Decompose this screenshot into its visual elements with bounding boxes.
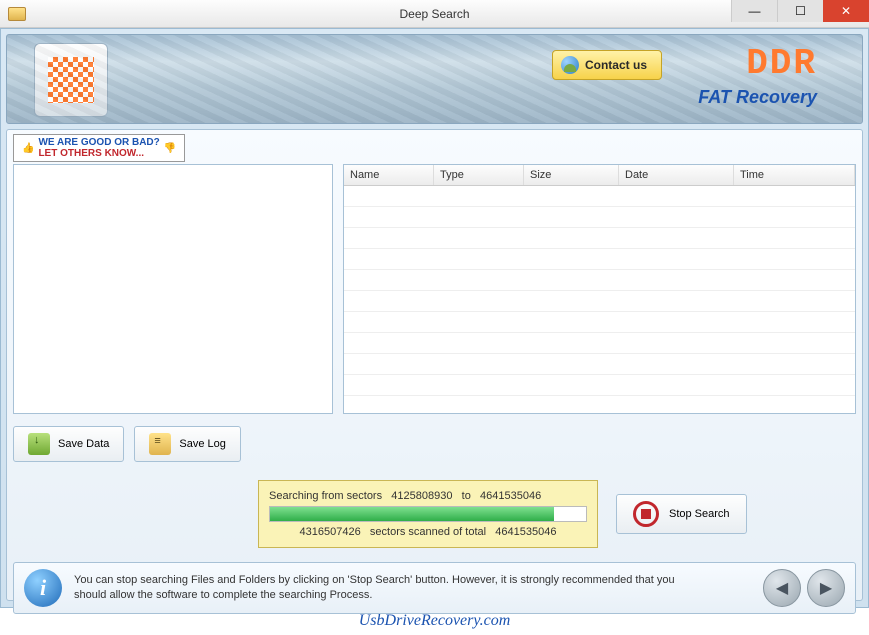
progress-bar [269,506,587,522]
hint-text: You can stop searching Files and Folders… [74,573,694,603]
stop-search-button[interactable]: Stop Search [616,494,747,534]
logo-icon [48,57,94,103]
brand-name: DDR [746,43,817,84]
app-icon [8,7,26,21]
table-row [344,186,855,207]
save-log-button[interactable]: Save Log [134,426,240,462]
table-row [344,333,855,354]
window-title: Deep Search [399,7,469,21]
maximize-button[interactable]: ☐ [777,0,823,22]
results-grid[interactable]: Name Type Size Date Time [343,164,856,414]
col-time[interactable]: Time [734,165,855,185]
stop-icon [633,501,659,527]
table-row [344,270,855,291]
col-type[interactable]: Type [434,165,524,185]
content-panel: 👍 WE ARE GOOD OR BAD? LET OTHERS KNOW...… [6,129,863,601]
info-icon: i [24,569,62,607]
save-log-icon [149,433,171,455]
grid-header: Name Type Size Date Time [344,165,855,186]
feedback-line1: WE ARE GOOD OR BAD? [38,137,159,148]
progress-total: 4641535046 [495,526,556,538]
grid-rows [344,186,855,413]
save-data-button[interactable]: Save Data [13,426,124,462]
contact-us-button[interactable]: Contact us [552,50,662,80]
action-buttons: Save Data Save Log [13,426,856,462]
window-body: Contact us DDR FAT Recovery 👍 WE ARE GOO… [0,28,869,608]
table-row [344,312,855,333]
progress-to: 4641535046 [480,490,541,502]
col-size[interactable]: Size [524,165,619,185]
save-data-label: Save Data [58,438,109,450]
table-row [344,291,855,312]
close-button[interactable]: ✕ [823,0,869,22]
back-button[interactable]: ◀ [763,569,801,607]
stop-label: Stop Search [669,508,730,520]
logo-box [34,43,108,117]
progress-mid: sectors scanned of total [370,526,486,538]
progress-scanned: 4316507426 [300,526,361,538]
progress-from: 4125808930 [391,490,452,502]
progress-to-word: to [462,490,471,502]
save-log-label: Save Log [179,438,225,450]
footer-hint: i You can stop searching Files and Folde… [13,562,856,614]
progress-box: Searching from sectors 4125808930 to 464… [258,480,598,548]
header-banner: Contact us DDR FAT Recovery [6,34,863,124]
minimize-button[interactable]: — [731,0,777,22]
contact-label: Contact us [585,58,647,72]
titlebar[interactable]: Deep Search — ☐ ✕ [0,0,869,28]
col-date[interactable]: Date [619,165,734,185]
footer-link[interactable]: UsbDriveRecovery.com [0,612,869,630]
forward-button[interactable]: ▶ [807,569,845,607]
table-row [344,249,855,270]
table-row [344,375,855,396]
feedback-link[interactable]: 👍 WE ARE GOOD OR BAD? LET OTHERS KNOW...… [13,134,185,162]
table-row [344,228,855,249]
window-controls: — ☐ ✕ [731,0,869,22]
thumbs-up-icon: 👍 [22,143,34,154]
progress-prefix: Searching from sectors [269,490,382,502]
feedback-line2: LET OTHERS KNOW... [38,148,159,159]
person-icon [561,56,579,74]
save-data-icon [28,433,50,455]
brand-subtitle: FAT Recovery [698,87,817,108]
progress-bar-fill [270,507,554,521]
tree-panel[interactable] [13,164,333,414]
thumbs-down-icon: 👎 [164,143,176,154]
table-row [344,354,855,375]
table-row [344,207,855,228]
progress-area: Searching from sectors 4125808930 to 464… [13,480,856,548]
col-name[interactable]: Name [344,165,434,185]
